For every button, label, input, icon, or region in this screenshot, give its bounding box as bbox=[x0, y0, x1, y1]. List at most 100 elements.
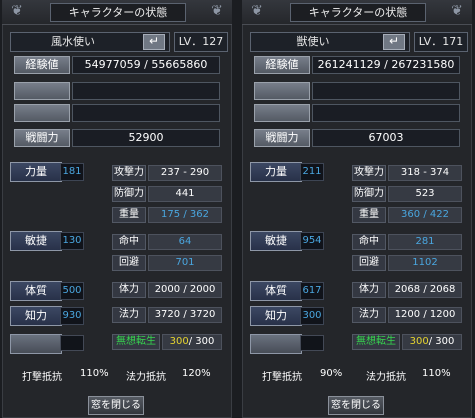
agility-value: 954 bbox=[300, 232, 324, 250]
attack-label: 攻撃力 bbox=[112, 165, 146, 181]
strength-label[interactable]: 力量 bbox=[10, 162, 62, 182]
magic-resist-label: 法力抵抗 bbox=[366, 372, 406, 383]
strength-value: 181 bbox=[60, 163, 84, 181]
attack-value: 318 - 374 bbox=[388, 165, 462, 181]
evasion-label: 回避 bbox=[352, 255, 386, 271]
empty-stat-value bbox=[60, 335, 84, 351]
mp-label: 法力 bbox=[112, 307, 146, 323]
weight-label: 重量 bbox=[112, 207, 146, 223]
window-title: キャラクターの状態 bbox=[50, 3, 186, 22]
hp-value: 2000 / 2000 bbox=[148, 282, 222, 298]
corner-ornament-icon: ❦ bbox=[251, 3, 263, 19]
defense-value: 441 bbox=[148, 186, 222, 202]
title-bar: ❦ キャラクターの状態 ❦ bbox=[2, 0, 232, 25]
intelligence-value: 930 bbox=[60, 307, 84, 325]
combat-power-label: 戦闘力 bbox=[14, 129, 70, 147]
weight-value: 360 / 422 bbox=[388, 207, 462, 223]
agility-label[interactable]: 敏捷 bbox=[10, 231, 62, 251]
name-box: 獣使い ↵ bbox=[250, 32, 410, 52]
combat-power-value: 52900 bbox=[72, 129, 220, 147]
exp-value: 261241129 / 267231580 bbox=[312, 56, 460, 74]
hp-value: 2068 / 2068 bbox=[388, 282, 462, 298]
exp-label: 経験値 bbox=[14, 56, 70, 74]
character-status-panel-right: ❦ キャラクターの状態 ❦ 獣使い ↵ LV．171 経験値 261241129… bbox=[242, 0, 472, 418]
mp-label: 法力 bbox=[352, 307, 386, 323]
character-name: 風水使い bbox=[51, 35, 95, 48]
hit-resist-label: 打撃抵抗 bbox=[262, 372, 302, 383]
mp-value: 3720 / 3720 bbox=[148, 307, 222, 323]
corner-ornament-icon: ❦ bbox=[451, 3, 463, 19]
rebirth-max: / 300 bbox=[188, 336, 215, 347]
magic-resist-value: 120% bbox=[182, 368, 211, 379]
character-status-panel-left: ❦ キャラクターの状態 ❦ 風水使い ↵ LV．127 経験値 54977059… bbox=[2, 0, 232, 418]
agility-label[interactable]: 敏捷 bbox=[250, 231, 302, 251]
hit-resist-label: 打撃抵抗 bbox=[22, 372, 62, 383]
rebirth-current: 300 bbox=[409, 336, 429, 347]
strength-label[interactable]: 力量 bbox=[250, 162, 302, 182]
exp-label: 経験値 bbox=[254, 56, 310, 74]
character-name: 獣使い bbox=[296, 35, 330, 48]
blank-slot-label bbox=[14, 82, 70, 100]
return-arrow-icon[interactable]: ↵ bbox=[383, 34, 405, 50]
window-title: キャラクターの状態 bbox=[290, 3, 426, 22]
rebirth-current: 300 bbox=[169, 336, 189, 347]
hp-label: 体力 bbox=[112, 282, 146, 298]
magic-resist-label: 法力抵抗 bbox=[126, 372, 166, 383]
constitution-label[interactable]: 体質 bbox=[250, 281, 302, 301]
rebirth-max: / 300 bbox=[428, 336, 455, 347]
evasion-value: 1102 bbox=[388, 255, 462, 271]
attack-value: 237 - 290 bbox=[148, 165, 222, 181]
weight-value: 175 / 362 bbox=[148, 207, 222, 223]
level-box: LV．127 bbox=[174, 32, 228, 52]
exp-value: 54977059 / 55665860 bbox=[72, 56, 220, 74]
blank-slot-value bbox=[72, 82, 220, 100]
rebirth-label: 無想転生 bbox=[352, 334, 400, 350]
corner-ornament-icon: ❦ bbox=[211, 3, 223, 19]
hp-label: 体力 bbox=[352, 282, 386, 298]
magic-resist-value: 110% bbox=[422, 368, 451, 379]
close-window-button[interactable]: 窓を閉じる bbox=[328, 396, 384, 415]
empty-stat-slot bbox=[250, 334, 302, 354]
accuracy-label: 命中 bbox=[112, 234, 146, 250]
corner-ornament-icon: ❦ bbox=[11, 3, 23, 19]
intelligence-value: 300 bbox=[300, 307, 324, 325]
title-bar: ❦ キャラクターの状態 ❦ bbox=[242, 0, 472, 25]
blank-slot-value bbox=[312, 104, 460, 122]
rebirth-label: 無想転生 bbox=[112, 334, 160, 350]
accuracy-value: 64 bbox=[148, 234, 222, 250]
intelligence-label[interactable]: 知力 bbox=[250, 306, 302, 326]
intelligence-label[interactable]: 知力 bbox=[10, 306, 62, 326]
constitution-value: 617 bbox=[300, 282, 324, 300]
agility-value: 130 bbox=[60, 232, 84, 250]
accuracy-label: 命中 bbox=[352, 234, 386, 250]
blank-slot-value bbox=[72, 104, 220, 122]
blank-slot-label bbox=[254, 82, 310, 100]
constitution-label[interactable]: 体質 bbox=[10, 281, 62, 301]
name-box: 風水使い ↵ bbox=[10, 32, 170, 52]
weight-label: 重量 bbox=[352, 207, 386, 223]
combat-power-label: 戦闘力 bbox=[254, 129, 310, 147]
evasion-label: 回避 bbox=[112, 255, 146, 271]
attack-label: 攻撃力 bbox=[352, 165, 386, 181]
evasion-value: 701 bbox=[148, 255, 222, 271]
constitution-value: 500 bbox=[60, 282, 84, 300]
hit-resist-value: 90% bbox=[320, 368, 343, 379]
mp-value: 1200 / 1200 bbox=[388, 307, 462, 323]
empty-stat-slot bbox=[10, 334, 62, 354]
defense-label: 防御力 bbox=[352, 186, 386, 202]
defense-value: 523 bbox=[388, 186, 462, 202]
hit-resist-value: 110% bbox=[80, 368, 109, 379]
return-arrow-icon[interactable]: ↵ bbox=[143, 34, 165, 50]
rebirth-label-text: 無想転生 bbox=[356, 336, 396, 347]
blank-slot-value bbox=[312, 82, 460, 100]
empty-stat-value bbox=[300, 335, 324, 351]
level-box: LV．171 bbox=[414, 32, 468, 52]
strength-value: 211 bbox=[300, 163, 324, 181]
rebirth-label-text: 無想転生 bbox=[116, 336, 156, 347]
combat-power-value: 67003 bbox=[312, 129, 460, 147]
accuracy-value: 281 bbox=[388, 234, 462, 250]
blank-slot-label bbox=[254, 104, 310, 122]
rebirth-value: 300/ 300 bbox=[162, 334, 222, 350]
level-text: LV．127 bbox=[178, 35, 224, 48]
close-window-button[interactable]: 窓を閉じる bbox=[88, 396, 144, 415]
